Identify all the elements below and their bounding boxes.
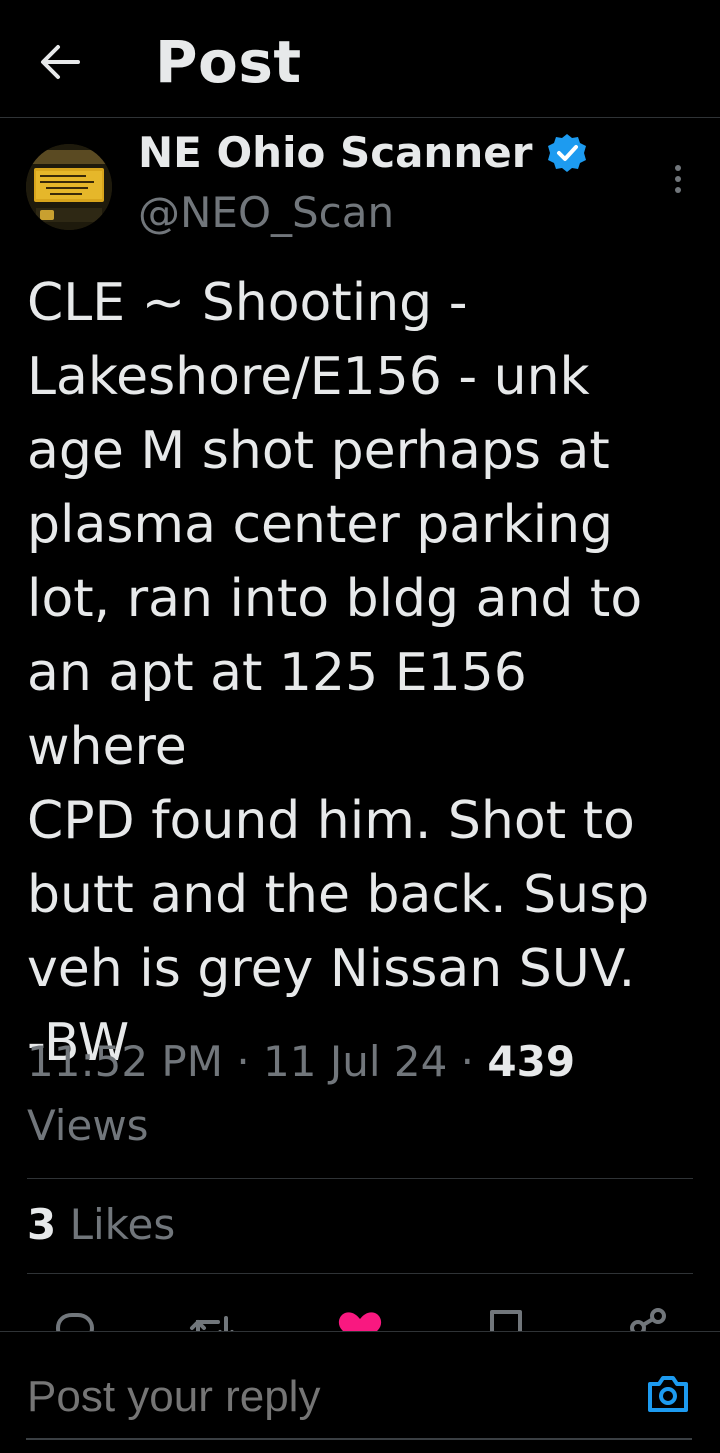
post-meta: 11:52 PM · 11 Jul 24 · 439 Views [27, 1030, 687, 1158]
views-label: Views [27, 1101, 149, 1150]
separator-dot: · [460, 1037, 475, 1086]
author-name[interactable]: NE Ohio Scanner [138, 128, 532, 177]
reply-bar [0, 1331, 720, 1453]
likes-count: 3 [27, 1200, 57, 1249]
reply-icon[interactable] [50, 1306, 98, 1332]
top-bar: Post [0, 0, 720, 118]
avatar[interactable] [26, 144, 112, 230]
camera-icon[interactable] [646, 1374, 690, 1414]
verified-badge-icon [548, 133, 587, 172]
repost-icon[interactable] [188, 1306, 236, 1332]
post-time[interactable]: 11:52 PM [27, 1037, 223, 1086]
page-title: Post [155, 28, 302, 96]
reply-input[interactable] [27, 1372, 587, 1422]
bookmark-icon[interactable] [482, 1306, 530, 1332]
likes-summary[interactable]: 3 Likes [27, 1200, 175, 1249]
author-name-row[interactable]: NE Ohio Scanner [138, 128, 588, 177]
back-arrow-icon[interactable] [34, 36, 86, 88]
post-date[interactable]: 11 Jul 24 [263, 1037, 447, 1086]
more-options-icon[interactable] [666, 160, 690, 200]
share-icon[interactable] [624, 1306, 672, 1332]
views-count: 439 [487, 1037, 576, 1086]
divider [27, 1273, 693, 1274]
likes-label: Likes [69, 1200, 176, 1249]
author-handle[interactable]: @NEO_Scan [138, 188, 394, 237]
post-text: CLE ~ Shooting - Lakeshore/E156 - unk ag… [27, 273, 650, 1073]
like-heart-icon[interactable] [336, 1306, 384, 1332]
separator-dot: · [236, 1037, 250, 1086]
action-bar [0, 1296, 720, 1332]
divider [27, 1178, 693, 1179]
reply-underline [26, 1438, 692, 1440]
